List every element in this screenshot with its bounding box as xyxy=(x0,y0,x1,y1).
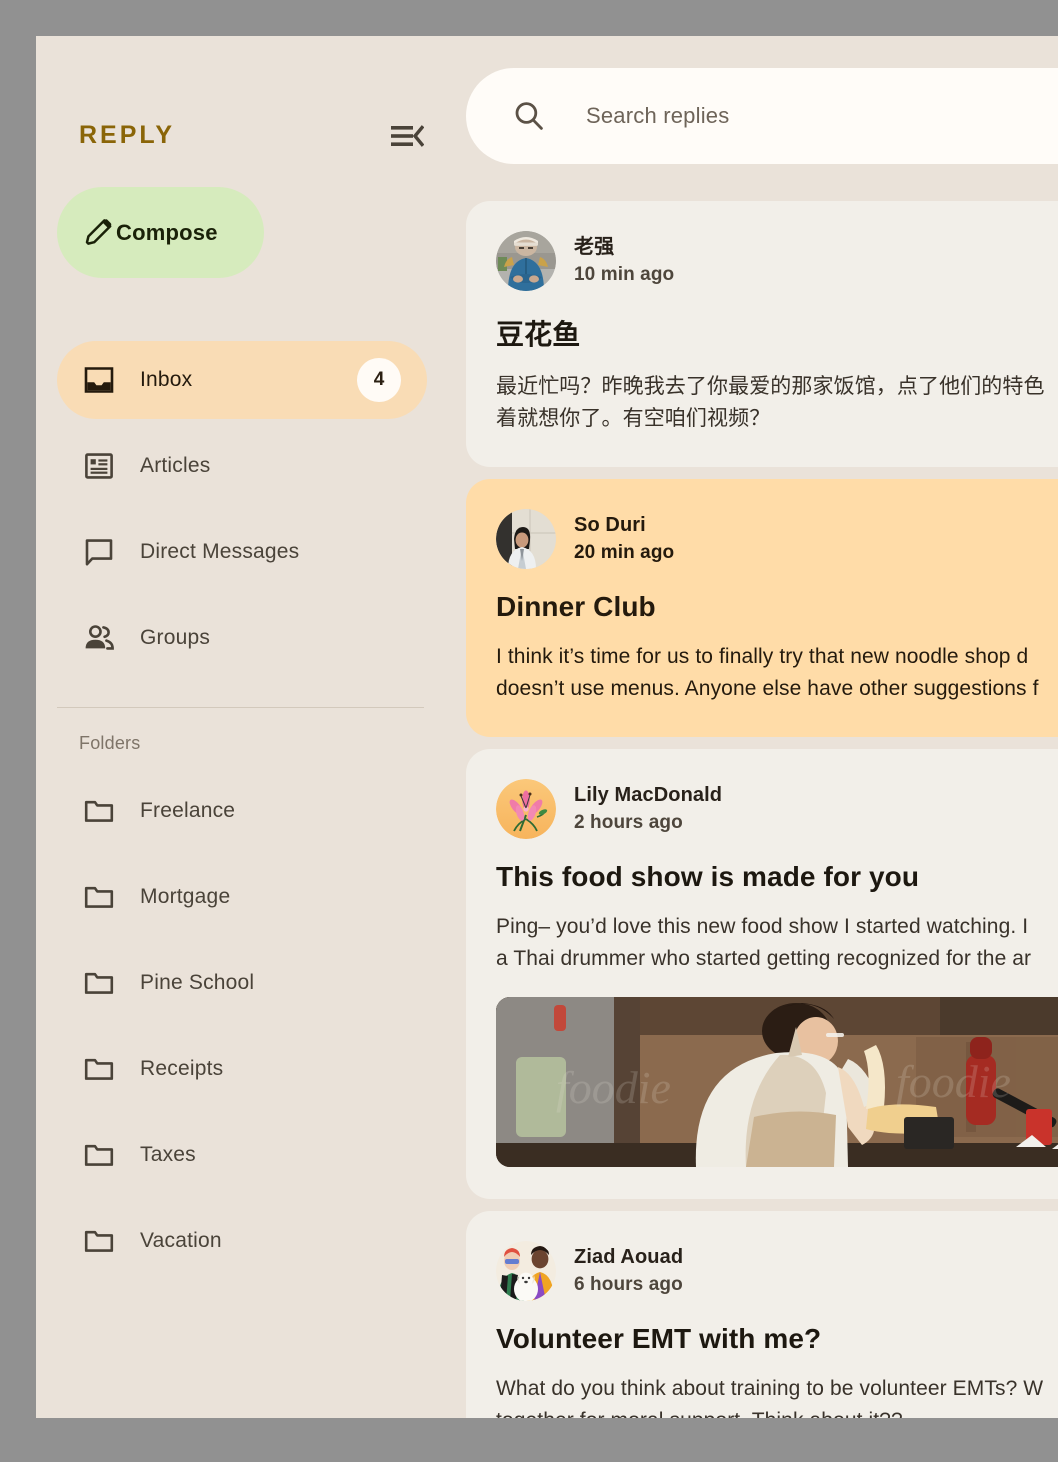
inbox-unread-badge: 4 xyxy=(357,358,401,402)
pencil-icon xyxy=(83,216,116,249)
mail-subject: Volunteer EMT with me? xyxy=(496,1323,822,1354)
attachment-image[interactable]: foodie foodie xyxy=(496,997,1058,1167)
folder-label: Freelance xyxy=(140,799,236,822)
folders-heading: Folders xyxy=(79,733,141,753)
folder-item-pine-school[interactable]: Pine School xyxy=(57,954,427,1012)
compose-label: Compose xyxy=(116,219,218,245)
sender-name: Ziad Aouad xyxy=(574,1245,684,1268)
sender-time: 6 hours ago xyxy=(574,1273,683,1295)
sidebar-item-label: Groups xyxy=(140,626,211,649)
sidebar-item-label: Articles xyxy=(140,454,211,477)
folder-label: Pine School xyxy=(140,971,255,994)
sender-block: 老强 10 min ago xyxy=(574,235,674,288)
mail-preview-line: What do you think about training to be v… xyxy=(496,1377,1044,1400)
mail-card[interactable]: Lily MacDonald 2 hours ago This food sho… xyxy=(466,749,1058,1199)
compose-button[interactable]: Compose xyxy=(57,187,264,278)
avatar xyxy=(496,1241,556,1301)
mail-card[interactable]: So Duri 20 min ago Dinner Club I think i… xyxy=(466,479,1058,737)
folder-label: Vacation xyxy=(140,1229,222,1252)
mail-card[interactable]: Ziad Aouad 6 hours ago Volunteer EMT wit… xyxy=(466,1211,1058,1418)
sender-block: Ziad Aouad 6 hours ago xyxy=(574,1245,683,1298)
app-window: REPLY Compose Inbox 4 Articles Direct Me… xyxy=(36,36,1058,1418)
sidebar-item-groups[interactable]: Groups xyxy=(57,599,427,677)
search-icon xyxy=(512,99,546,133)
mail-preview-line: Ping– you’d love this new food show I st… xyxy=(496,915,1029,938)
sidebar-item-direct-messages[interactable]: Direct Messages xyxy=(57,513,427,591)
folder-icon xyxy=(83,795,115,827)
folder-label: Mortgage xyxy=(140,885,231,908)
sender-block: So Duri 20 min ago xyxy=(574,513,674,566)
sender-name: Lily MacDonald xyxy=(574,783,723,806)
avatar xyxy=(496,231,556,291)
article-icon xyxy=(83,450,115,482)
sender-block: Lily MacDonald 2 hours ago xyxy=(574,783,722,836)
sender-name: 老强 xyxy=(574,235,615,258)
mail-preview-line: a Thai drummer who started getting recog… xyxy=(496,947,1032,970)
mail-list-pane: Search replies 老强 10 min ago 豆花鱼 最近忙吗？昨晚… xyxy=(466,36,1058,1418)
folder-icon xyxy=(83,1139,115,1171)
mail-subject: 豆花鱼 xyxy=(496,319,581,350)
mail-card-header: Ziad Aouad 6 hours ago xyxy=(496,1241,1058,1301)
mail-preview-line: I think it’s time for us to finally try … xyxy=(496,645,1029,668)
folder-item-vacation[interactable]: Vacation xyxy=(57,1212,427,1270)
folder-list: Freelance Mortgage Pine School Receipts xyxy=(36,782,446,1270)
folder-item-freelance[interactable]: Freelance xyxy=(57,782,427,840)
folder-item-receipts[interactable]: Receipts xyxy=(57,1040,427,1098)
avatar xyxy=(496,779,556,839)
svg-text:foodie: foodie xyxy=(556,1062,671,1113)
folder-item-taxes[interactable]: Taxes xyxy=(57,1126,427,1184)
folder-label: Taxes xyxy=(140,1143,196,1166)
folder-item-mortgage[interactable]: Mortgage xyxy=(57,868,427,926)
folder-label: Receipts xyxy=(140,1057,224,1080)
mail-card[interactable]: 老强 10 min ago 豆花鱼 最近忙吗？昨晚我去了你最爱的那家饭馆，点了他… xyxy=(466,201,1058,467)
folder-icon xyxy=(83,1225,115,1257)
svg-text:foodie: foodie xyxy=(896,1056,1011,1107)
sidebar-item-label: Inbox xyxy=(140,368,193,391)
sender-time: 20 min ago xyxy=(574,541,675,563)
mail-card-header: 老强 10 min ago xyxy=(496,231,1058,291)
sidebar-item-inbox[interactable]: Inbox 4 xyxy=(57,341,427,419)
app-logo-text: REPLY xyxy=(79,121,176,149)
people-icon xyxy=(83,622,115,654)
chat-bubble-icon xyxy=(83,536,115,568)
mail-list: 老强 10 min ago 豆花鱼 最近忙吗？昨晚我去了你最爱的那家饭馆，点了他… xyxy=(466,201,1058,1418)
sidebar-divider xyxy=(57,707,424,708)
search-input[interactable]: Search replies xyxy=(586,103,729,129)
mail-preview: 最近忙吗？昨晚我去了你最爱的那家饭馆，点了他们的特色 着就想你了。有空咱们视频？ xyxy=(496,371,1058,435)
sidebar-item-articles[interactable]: Articles xyxy=(57,427,427,505)
mail-subject: This food show is made for you xyxy=(496,861,920,892)
mail-card-header: Lily MacDonald 2 hours ago xyxy=(496,779,1058,839)
inbox-icon xyxy=(83,364,115,396)
sender-name: So Duri xyxy=(574,513,646,536)
avatar xyxy=(496,509,556,569)
mail-preview-line: doesn’t use menus. Anyone else have othe… xyxy=(496,677,1039,700)
folder-icon xyxy=(83,967,115,999)
folder-icon xyxy=(83,1053,115,1085)
sender-time: 10 min ago xyxy=(574,263,675,285)
mail-preview: What do you think about training to be v… xyxy=(496,1373,1058,1418)
sidebar: REPLY Compose Inbox 4 Articles Direct Me… xyxy=(36,36,466,1418)
mail-preview-line: 着就想你了。有空咱们视频？ xyxy=(496,407,771,430)
mail-card-header: So Duri 20 min ago xyxy=(496,509,1058,569)
mail-preview: I think it’s time for us to finally try … xyxy=(496,641,1058,705)
sidebar-header: REPLY xyxy=(36,98,446,173)
search-bar[interactable]: Search replies xyxy=(466,68,1058,164)
folder-icon xyxy=(83,881,115,913)
sidebar-nav: Inbox 4 Articles Direct Messages Groups xyxy=(36,341,446,677)
mail-preview-line: 最近忙吗？昨晚我去了你最爱的那家饭馆，点了他们的特色 xyxy=(496,375,1045,398)
mail-preview: Ping– you’d love this new food show I st… xyxy=(496,911,1058,975)
menu-collapse-icon[interactable] xyxy=(390,119,425,153)
mail-preview-line: together for moral support. Think about … xyxy=(496,1405,1058,1418)
sender-time: 2 hours ago xyxy=(574,811,683,833)
sidebar-item-label: Direct Messages xyxy=(140,540,300,563)
mail-subject: Dinner Club xyxy=(496,591,656,622)
